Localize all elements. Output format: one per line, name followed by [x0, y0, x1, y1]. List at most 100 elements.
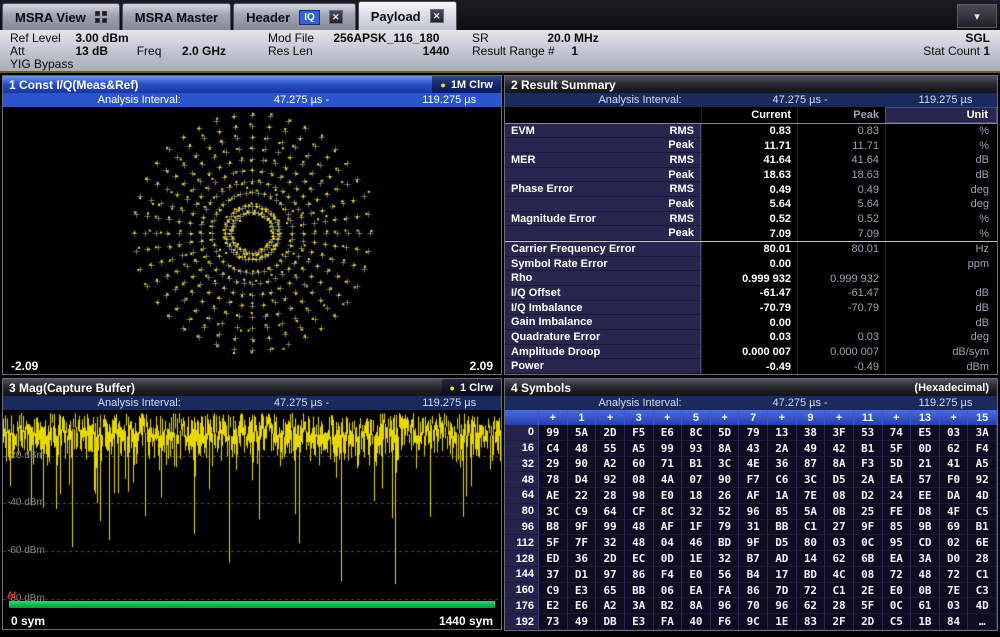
hex-symbol-cell[interactable]: 21	[911, 456, 940, 473]
hex-symbol-cell[interactable]: 06	[653, 582, 683, 599]
hex-symbol-cell[interactable]: 7F	[567, 535, 597, 552]
tab-msra-view[interactable]: MSRA View	[2, 3, 120, 30]
hex-symbol-cell[interactable]: 07	[682, 472, 711, 489]
hex-symbol-cell[interactable]: 8C	[682, 425, 711, 441]
hex-symbol-cell[interactable]: 8A	[710, 440, 740, 457]
hex-symbol-cell[interactable]: 3F	[825, 425, 854, 441]
hex-symbol-cell[interactable]: 27	[825, 519, 854, 536]
hex-symbol-cell[interactable]: C1	[825, 582, 854, 599]
hex-symbol-cell[interactable]: 4F	[939, 503, 969, 520]
hex-symbol-cell[interactable]: 62	[825, 551, 854, 567]
hex-symbol-cell[interactable]: 1E	[768, 614, 797, 630]
hex-symbol-cell[interactable]: B7	[739, 551, 768, 567]
hex-symbol-cell[interactable]: E6	[653, 425, 683, 441]
hex-symbol-cell[interactable]: 02	[939, 535, 969, 552]
hex-symbol-cell[interactable]: D1	[567, 566, 597, 583]
hex-symbol-cell[interactable]: F4	[968, 440, 997, 457]
hex-symbol-cell[interactable]: F4	[653, 566, 683, 583]
hex-symbol-cell[interactable]: 8A	[682, 598, 711, 615]
hex-symbol-cell[interactable]: 86	[739, 582, 768, 599]
hex-symbol-cell[interactable]: 4A	[653, 472, 683, 489]
hex-symbol-cell[interactable]: 2F	[825, 614, 854, 630]
hex-symbol-cell[interactable]: E0	[882, 582, 912, 599]
hex-symbol-cell[interactable]: 08	[624, 472, 654, 489]
hex-symbol-cell[interactable]: 72	[882, 566, 912, 583]
hex-symbol-cell[interactable]: 25	[853, 503, 883, 520]
hex-symbol-cell[interactable]: 03	[939, 598, 969, 615]
tab-header[interactable]: Header IQ ✕	[233, 3, 356, 30]
hex-symbol-cell[interactable]: BB	[768, 519, 797, 536]
hex-symbol-cell[interactable]: 4E	[739, 456, 768, 473]
hex-symbol-cell[interactable]: B8	[539, 519, 568, 536]
hex-symbol-cell[interactable]: B1	[682, 456, 711, 473]
hex-symbol-cell[interactable]: 95	[882, 535, 912, 552]
hex-symbol-cell[interactable]: D4	[567, 472, 597, 489]
hex-symbol-cell[interactable]: D2	[853, 488, 883, 504]
hex-symbol-cell[interactable]: 72	[939, 566, 969, 583]
hex-symbol-cell[interactable]: 24	[882, 488, 912, 504]
hex-symbol-cell[interactable]: 22	[567, 488, 597, 504]
hex-symbol-cell[interactable]: 31	[739, 519, 768, 536]
hex-symbol-cell[interactable]: 97	[596, 566, 625, 583]
hex-symbol-cell[interactable]: 29	[539, 456, 568, 473]
tab-menu-button[interactable]: ▾	[957, 4, 997, 28]
hex-symbol-cell[interactable]: 17	[768, 566, 797, 583]
hex-symbol-cell[interactable]: 14	[796, 551, 826, 567]
hex-symbol-cell[interactable]: A5	[968, 456, 997, 473]
hex-symbol-cell[interactable]: C4	[539, 440, 568, 457]
hex-symbol-cell[interactable]: E6	[567, 598, 597, 615]
hex-symbol-cell[interactable]: 96	[739, 503, 768, 520]
hex-symbol-cell[interactable]: C6	[768, 472, 797, 489]
tab-msra-master[interactable]: MSRA Master	[121, 3, 232, 30]
hex-symbol-cell[interactable]: 72	[796, 582, 826, 599]
hex-symbol-cell[interactable]: 8C	[653, 503, 683, 520]
hex-symbol-cell[interactable]: 03	[825, 535, 854, 552]
hex-symbol-cell[interactable]: F6	[710, 614, 740, 630]
hex-symbol-cell[interactable]: 2A	[768, 440, 797, 457]
hex-symbol-cell[interactable]: 48	[624, 535, 654, 552]
hex-symbol-cell[interactable]: 43	[739, 440, 768, 457]
hex-symbol-cell[interactable]: 99	[539, 425, 568, 441]
hex-symbol-cell[interactable]: 62	[939, 440, 969, 457]
hex-symbol-cell[interactable]: AF	[739, 488, 768, 504]
hex-symbol-cell[interactable]: 1B	[911, 614, 940, 630]
hex-symbol-cell[interactable]: B4	[739, 566, 768, 583]
hex-symbol-cell[interactable]: CD	[911, 535, 940, 552]
hex-symbol-cell[interactable]: 28	[825, 598, 854, 615]
hex-symbol-cell[interactable]: 32	[682, 503, 711, 520]
hex-symbol-cell[interactable]: 83	[796, 614, 826, 630]
hex-symbol-cell[interactable]: C1	[968, 566, 997, 583]
hex-symbol-cell[interactable]: 92	[596, 472, 625, 489]
hex-symbol-cell[interactable]: …	[968, 614, 997, 630]
hex-symbol-cell[interactable]: 3A	[624, 598, 654, 615]
hex-symbol-cell[interactable]: EA	[882, 472, 912, 489]
hex-symbol-cell[interactable]: B2	[653, 598, 683, 615]
hex-symbol-cell[interactable]: 90	[710, 472, 740, 489]
hex-symbol-cell[interactable]: 08	[825, 488, 854, 504]
magnitude-canvas[interactable]	[3, 410, 501, 613]
hex-symbol-cell[interactable]: BD	[710, 535, 740, 552]
hex-symbol-cell[interactable]: 87	[796, 456, 826, 473]
hex-symbol-cell[interactable]: 26	[710, 488, 740, 504]
hex-symbol-cell[interactable]: 79	[710, 519, 740, 536]
hex-symbol-cell[interactable]: DB	[596, 614, 625, 630]
hex-symbol-cell[interactable]: 36	[567, 551, 597, 567]
hex-symbol-cell[interactable]: 7D	[768, 582, 797, 599]
hex-symbol-cell[interactable]: F5	[624, 425, 654, 441]
hex-symbol-cell[interactable]: C9	[567, 503, 597, 520]
hex-symbol-cell[interactable]: B1	[968, 519, 997, 536]
hex-symbol-cell[interactable]: 80	[796, 535, 826, 552]
hex-symbol-cell[interactable]: 61	[911, 598, 940, 615]
hex-symbol-cell[interactable]: 28	[968, 551, 997, 567]
hex-symbol-cell[interactable]: ED	[539, 551, 568, 567]
hex-symbol-cell[interactable]: A5	[624, 440, 654, 457]
hex-symbol-cell[interactable]: 32	[596, 535, 625, 552]
hex-symbol-cell[interactable]: 90	[567, 456, 597, 473]
hex-symbol-cell[interactable]: C5	[882, 614, 912, 630]
hex-symbol-cell[interactable]: 79	[739, 425, 768, 441]
hex-symbol-cell[interactable]: 4C	[825, 566, 854, 583]
hex-symbol-cell[interactable]: 2A	[853, 472, 883, 489]
hex-symbol-cell[interactable]: B1	[853, 440, 883, 457]
hex-symbol-cell[interactable]: 69	[939, 519, 969, 536]
hex-symbol-cell[interactable]: 84	[939, 614, 969, 630]
